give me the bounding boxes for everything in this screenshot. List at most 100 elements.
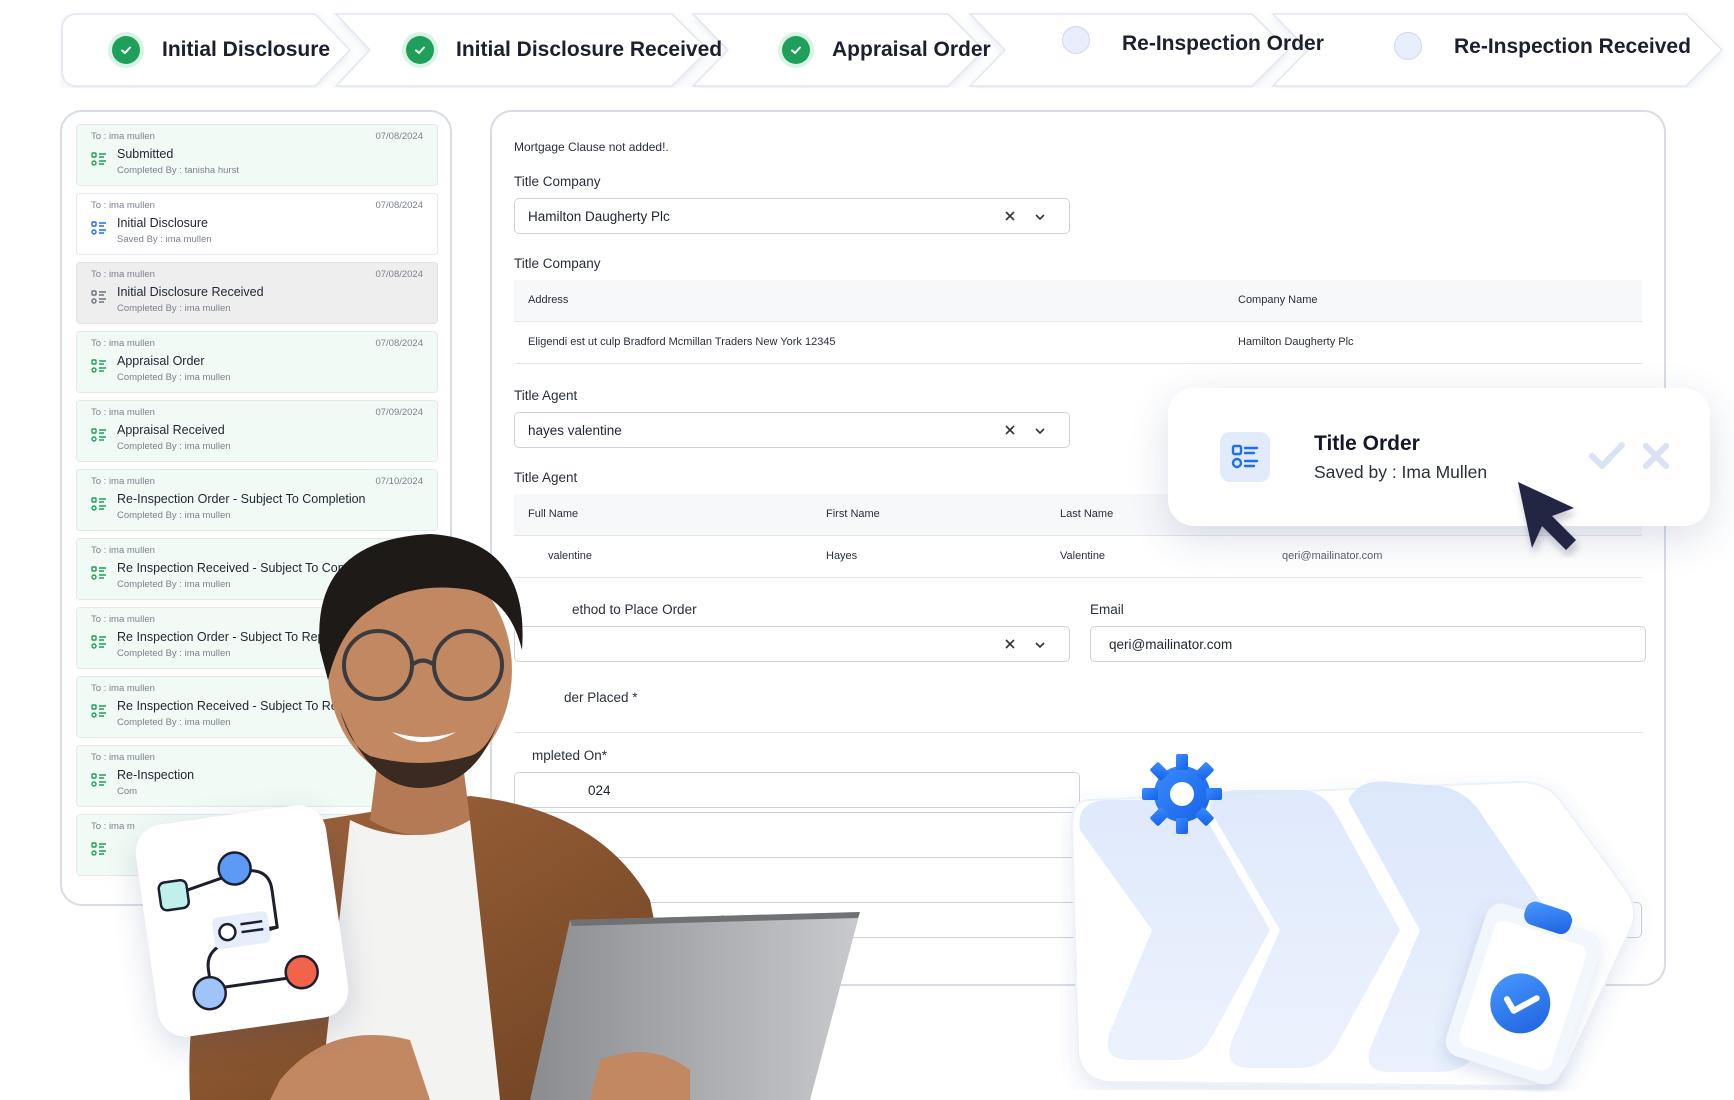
recipient-text: To : ima mullen bbox=[91, 614, 155, 625]
date-text: 07/09/2024 bbox=[375, 407, 423, 418]
title-company-select[interactable]: Hamilton Daugherty Plc bbox=[514, 198, 1070, 234]
history-item[interactable]: To : ima mullen 07/08/2024 Submitted Comple… bbox=[76, 124, 438, 186]
email-input[interactable]: qeri@mailinator.com bbox=[1090, 626, 1646, 662]
cell-email: qeri@mailinator.com bbox=[1282, 550, 1383, 562]
step-initial-disclosure[interactable]: Initial Disclosure bbox=[112, 36, 330, 64]
clipboard-check-icon bbox=[1445, 901, 1602, 1085]
table-header: Address Company Name bbox=[514, 280, 1642, 322]
title-company-value: Hamilton Daugherty Plc bbox=[528, 208, 670, 224]
recipient-text: To : ima mullen bbox=[91, 545, 155, 556]
history-item-author: Completed By : tanisha hurst bbox=[117, 165, 239, 176]
history-item-author: Completed By : ima mullen bbox=[117, 303, 231, 314]
task-list-icon bbox=[91, 704, 106, 718]
email-label: Email bbox=[1090, 602, 1124, 617]
history-item[interactable]: To : ima mullen 07/08/2024 Initial Disclos… bbox=[76, 262, 438, 324]
check-icon bbox=[406, 36, 434, 64]
cell-company-name: Hamilton Daugherty Plc bbox=[1238, 336, 1354, 348]
check-icon bbox=[112, 36, 140, 64]
step-label: Initial Disclosure Received bbox=[456, 38, 723, 61]
step-label: Re-Inspection Order bbox=[1122, 32, 1324, 55]
mortgage-clause-warning: Mortgage Clause not added!. bbox=[514, 140, 669, 154]
check-icon bbox=[782, 36, 810, 64]
chevron-down-icon[interactable] bbox=[1033, 424, 1047, 438]
column-header-company-name: Company Name bbox=[1238, 294, 1318, 306]
cell-address: Eligendi est ut culp Bradford Mcmillan T… bbox=[528, 336, 836, 348]
pending-circle-icon bbox=[1394, 32, 1422, 60]
step-appraisal-order[interactable]: Appraisal Order bbox=[782, 36, 991, 64]
history-item-title: Initial Disclosure Received bbox=[117, 285, 264, 299]
date-text: 07/08/2024 bbox=[375, 269, 423, 280]
step-initial-disclosure-received[interactable]: Initial Disclosure Received bbox=[406, 36, 722, 64]
date-text: 07/08/2024 bbox=[375, 131, 423, 142]
clear-icon[interactable] bbox=[1003, 637, 1017, 651]
history-item-author: Com bbox=[117, 786, 138, 797]
task-list-icon bbox=[91, 842, 106, 856]
task-list-icon bbox=[91, 221, 106, 235]
chevron-down-icon[interactable] bbox=[1033, 210, 1047, 224]
recipient-text: To : ima mullen bbox=[91, 752, 155, 763]
history-item-title: Appraisal Received bbox=[117, 423, 225, 437]
clear-icon[interactable] bbox=[1003, 209, 1017, 223]
step-label: Appraisal Order bbox=[832, 38, 991, 61]
task-list-icon bbox=[91, 152, 106, 166]
recipient-text: To : ima mullen bbox=[91, 407, 155, 418]
confirm-check-icon[interactable] bbox=[1588, 440, 1626, 472]
history-item-title: Re-Inspection Order - Subject To Complet… bbox=[117, 492, 366, 506]
history-item-title: Submitted bbox=[117, 147, 174, 161]
history-item-title: Initial Disclosure bbox=[117, 216, 209, 230]
recipient-text: To : ima m bbox=[91, 821, 135, 832]
column-header-first-name: First Name bbox=[826, 508, 880, 520]
title-agent-label: Title Agent bbox=[514, 388, 578, 403]
dismiss-x-icon[interactable] bbox=[1642, 442, 1670, 470]
task-list-icon bbox=[91, 428, 106, 442]
history-item[interactable]: To : ima mullen 07/08/2024 Initial Disclos… bbox=[76, 193, 438, 255]
title-order-notification[interactable]: Title Order Saved by : Ima Mullen bbox=[1168, 388, 1710, 526]
recipient-text: To : ima mullen bbox=[91, 476, 155, 487]
page: Initial Disclosure Initial Disclosure Re… bbox=[0, 0, 1734, 1100]
task-list-icon bbox=[91, 290, 106, 304]
title-company-table: Address Company Name Eligendi est ut cul… bbox=[514, 280, 1642, 364]
cell-last-name: Valentine bbox=[1060, 550, 1106, 562]
history-item-title: Appraisal Order bbox=[117, 354, 205, 368]
task-list-icon bbox=[91, 359, 106, 373]
step-re-inspection-received[interactable]: Re-Inspection Received bbox=[1394, 32, 1691, 60]
progress-stepper: Initial Disclosure Initial Disclosure Re… bbox=[60, 12, 1728, 88]
recipient-text: To : ima mullen bbox=[91, 200, 155, 211]
step-label: Re-Inspection Received bbox=[1454, 35, 1691, 58]
email-value: qeri@mailinator.com bbox=[1109, 636, 1233, 652]
date-text: 07/10/2024 bbox=[375, 476, 423, 487]
title-agent-select[interactable]: hayes valentine bbox=[514, 412, 1070, 448]
column-header-address: Address bbox=[528, 294, 569, 306]
history-item[interactable]: To : ima mullen 07/09/2024 Appraisal Recei… bbox=[76, 400, 438, 462]
title-agent-table-label: Title Agent bbox=[514, 470, 578, 485]
gear-icon bbox=[1142, 754, 1222, 834]
date-text: 07/08/2024 bbox=[375, 338, 423, 349]
task-list-icon bbox=[91, 566, 106, 580]
date-text: 07/08/2024 bbox=[375, 200, 423, 211]
recipient-text: To : ima mullen bbox=[91, 683, 155, 694]
task-list-icon bbox=[91, 635, 106, 649]
workflow-diagram-card bbox=[132, 801, 352, 1041]
step-label: Initial Disclosure bbox=[162, 38, 331, 61]
notification-title: Title Order bbox=[1314, 432, 1420, 455]
title-company-label: Title Company bbox=[514, 174, 601, 189]
history-item-author: Completed By : ima mullen bbox=[117, 372, 231, 383]
title-agent-value: hayes valentine bbox=[528, 422, 622, 438]
task-list-icon bbox=[91, 497, 106, 511]
notification-subtitle: Saved by : Ima Mullen bbox=[1314, 462, 1488, 482]
checklist-icon bbox=[1220, 432, 1270, 482]
chevron-down-icon[interactable] bbox=[1033, 638, 1047, 652]
step-re-inspection-order[interactable]: Re-Inspection Order bbox=[1062, 26, 1324, 56]
column-header-full-name: Full Name bbox=[528, 508, 579, 520]
table-row[interactable]: Eligendi est ut culp Bradford Mcmillan T… bbox=[514, 322, 1642, 364]
column-header-last-name: Last Name bbox=[1060, 508, 1114, 520]
history-item-author: Saved By : ima mullen bbox=[117, 234, 212, 245]
clear-icon[interactable] bbox=[1003, 423, 1017, 437]
recipient-text: To : ima mullen bbox=[91, 269, 155, 280]
history-item-author: Completed By : ima mullen bbox=[117, 441, 231, 452]
recipient-text: To : ima mullen bbox=[91, 131, 155, 142]
pending-circle-icon bbox=[1062, 26, 1090, 54]
task-list-icon bbox=[91, 773, 106, 787]
title-company-table-label: Title Company bbox=[514, 256, 601, 271]
history-item[interactable]: To : ima mullen 07/08/2024 Appraisal Order… bbox=[76, 331, 438, 393]
